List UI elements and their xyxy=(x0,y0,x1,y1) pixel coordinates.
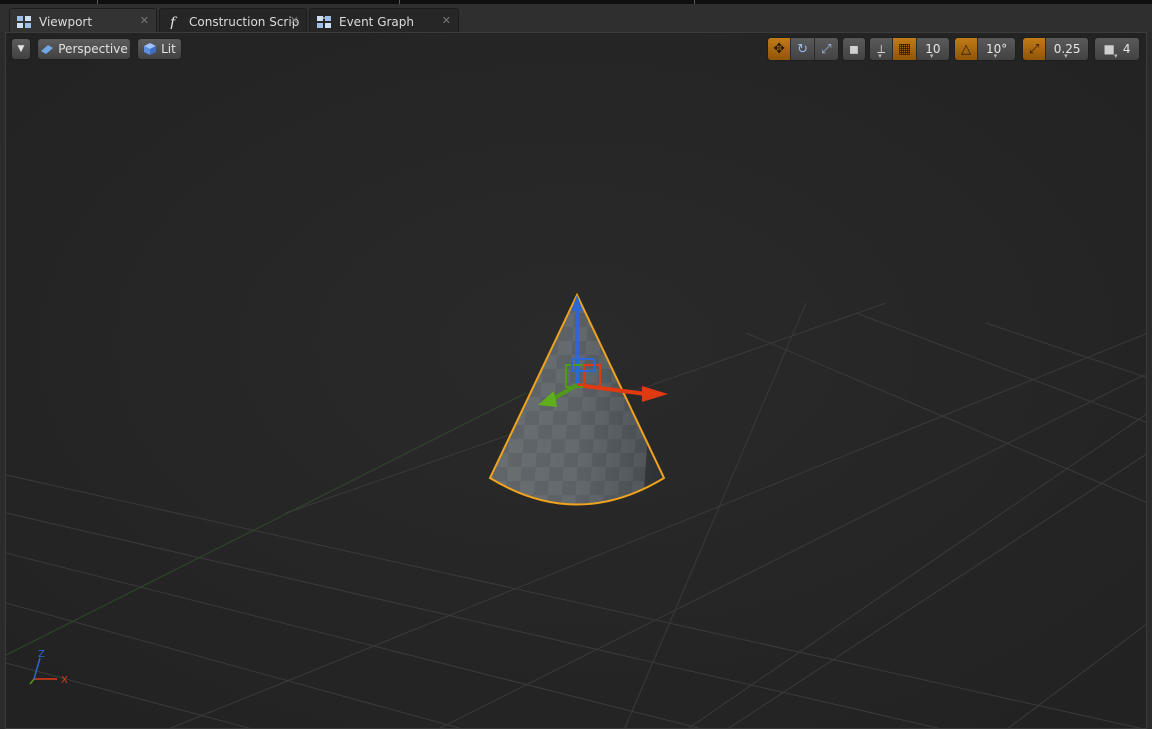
viewport-scene[interactable] xyxy=(6,33,1147,729)
scale-snap-value[interactable]: 0.25 ▾ xyxy=(1046,38,1088,60)
tab-construction-script[interactable]: f Construction Scrip ✕ xyxy=(159,8,307,34)
camera-speed-group: ■ 4 ▾ xyxy=(1094,37,1140,61)
tab-viewport[interactable]: Viewport ✕ xyxy=(9,8,157,34)
grid-snap-toggle[interactable]: ▦ xyxy=(893,38,917,60)
rotation-snap-value[interactable]: 10° ▾ xyxy=(978,38,1015,60)
event-graph-icon xyxy=(317,15,331,28)
lit-cube-icon xyxy=(144,43,157,55)
coordinate-system-group: ◼ xyxy=(842,37,866,61)
scale-snap-toggle[interactable]: ⤢ xyxy=(1023,38,1047,60)
close-icon[interactable]: ✕ xyxy=(140,14,149,27)
grid-snap-group: ⟂ ▾ ▦ 10 ▾ xyxy=(869,37,950,61)
scale-icon: ⤢ xyxy=(821,41,832,57)
rotation-snap-toggle[interactable]: △ xyxy=(955,38,979,60)
scale-snap-group: ⤢ 0.25 ▾ xyxy=(1022,37,1089,61)
svg-text:f: f xyxy=(169,15,178,29)
rotation-snap-group: △ 10° ▾ xyxy=(954,37,1016,61)
move-arrows-icon: ✥ xyxy=(773,41,786,57)
angle-icon: △ xyxy=(961,41,972,57)
grid-icon: ▦ xyxy=(898,41,912,57)
rotate-mode-button[interactable]: ↻ xyxy=(791,38,815,60)
camera-speed-button[interactable]: ■ 4 ▾ xyxy=(1095,38,1139,60)
tab-label: Event Graph xyxy=(339,14,414,29)
chevron-down-icon: ▼ xyxy=(17,44,25,54)
z-axis-label: Z xyxy=(38,649,45,660)
world-cube-icon: ◼ xyxy=(849,42,859,56)
view-mode-button[interactable]: Perspective xyxy=(37,38,131,60)
grid-snap-value[interactable]: 10 ▾ xyxy=(916,38,949,60)
close-icon[interactable]: ✕ xyxy=(290,14,299,27)
x-axis-label: X xyxy=(61,675,68,686)
y-axis-line xyxy=(29,678,35,685)
tab-event-graph[interactable]: Event Graph ✕ xyxy=(309,8,459,34)
camera-speed-value-label: 4 xyxy=(1122,42,1131,56)
coordinate-system-button[interactable]: ◼ xyxy=(843,38,865,60)
scale-mode-button[interactable]: ⤢ xyxy=(814,38,838,60)
level-viewport[interactable]: ▼ Perspective Lit ✥ ↻ ⤢ ◼ ⟂ ▾ ▦ 10 ▾ △ 1… xyxy=(5,32,1147,729)
translate-mode-button[interactable]: ✥ xyxy=(768,38,792,60)
viewport-options-button[interactable]: ▼ xyxy=(11,38,31,60)
z-axis-line xyxy=(33,657,41,680)
tab-label: Construction Scrip xyxy=(189,14,300,29)
transform-mode-group: ✥ ↻ ⤢ xyxy=(767,37,839,61)
lighting-mode-button[interactable]: Lit xyxy=(137,38,182,60)
close-icon[interactable]: ✕ xyxy=(442,14,451,27)
rotate-icon: ↻ xyxy=(797,41,808,57)
axis-orientation-gizmo: X Z xyxy=(29,649,68,686)
viewport-grid-icon xyxy=(17,15,31,28)
function-f-icon: f xyxy=(169,15,178,29)
lighting-mode-label: Lit xyxy=(161,42,176,56)
perspective-icon xyxy=(41,45,54,54)
tab-label: Viewport xyxy=(39,14,93,29)
editor-tab-bar: Viewport ✕ f Construction Scrip ✕ Event … xyxy=(0,4,1152,34)
view-mode-label: Perspective xyxy=(58,42,128,56)
scale-arrow-icon: ⤢ xyxy=(1028,41,1040,57)
surface-snap-button[interactable]: ⟂ ▾ xyxy=(870,38,894,60)
